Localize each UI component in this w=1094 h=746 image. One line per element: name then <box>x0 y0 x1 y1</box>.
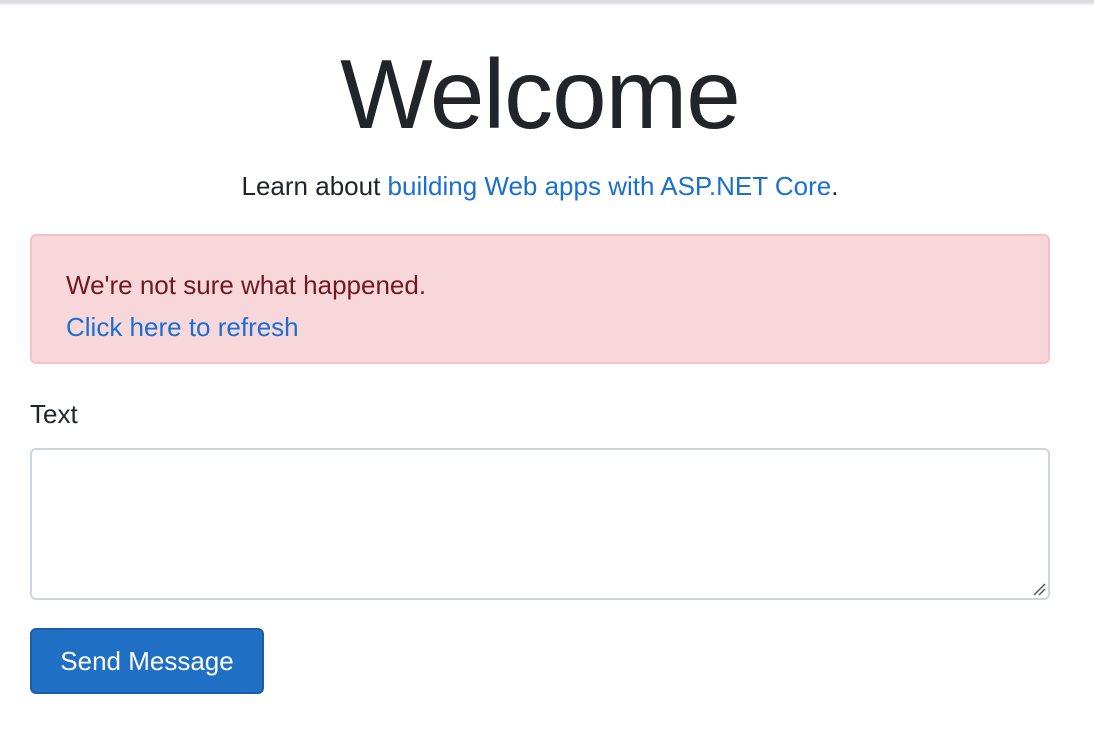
send-message-button[interactable]: Send Message <box>30 628 264 694</box>
intro-suffix: . <box>831 171 839 201</box>
aspnet-docs-link[interactable]: building Web apps with ASP.NET Core <box>388 171 832 201</box>
page-title: Welcome <box>340 39 741 149</box>
text-field[interactable] <box>30 448 1050 600</box>
resize-grip-icon[interactable] <box>1032 582 1046 596</box>
refresh-link[interactable]: Click here to refresh <box>66 306 1014 348</box>
intro-text: Learn about building Web apps with ASP.N… <box>30 168 1050 204</box>
error-message: We're not sure what happened. <box>66 270 427 300</box>
top-border <box>0 0 1094 6</box>
intro-prefix: Learn about <box>241 171 388 201</box>
text-field-wrapper <box>30 448 1050 600</box>
text-field-label: Text <box>30 399 78 429</box>
error-alert: We're not sure what happened. Click here… <box>30 234 1050 364</box>
